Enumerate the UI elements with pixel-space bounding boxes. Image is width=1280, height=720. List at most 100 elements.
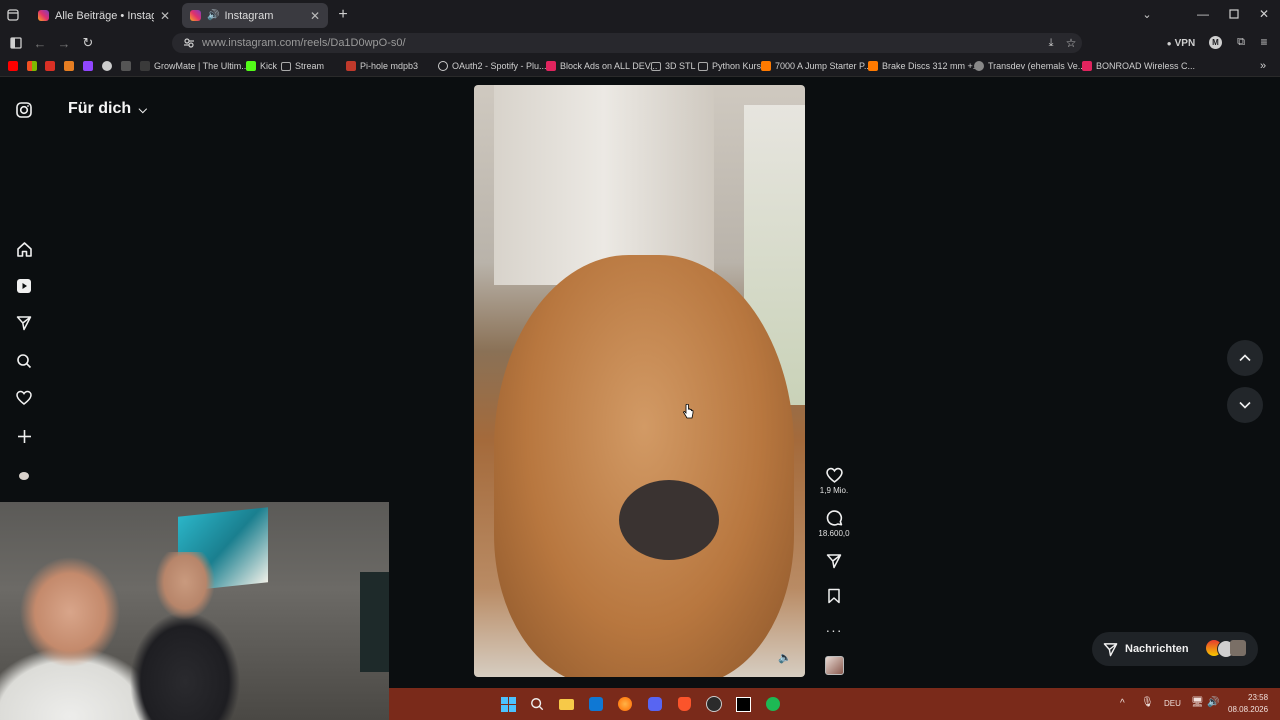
microphone-icon[interactable]: 🎙 xyxy=(1141,697,1154,708)
create-plus-icon[interactable] xyxy=(14,426,34,446)
bookmark-gmail[interactable] xyxy=(45,58,59,74)
save-action[interactable] xyxy=(816,588,852,606)
start-windows-icon[interactable] xyxy=(500,696,516,712)
feed-selector[interactable]: Für dich ⌵ xyxy=(68,100,147,118)
new-tab-icon[interactable]: + xyxy=(335,6,351,24)
comment-action[interactable]: 18.600,0 xyxy=(816,510,852,538)
menu-icon[interactable]: ≡ xyxy=(1257,35,1271,49)
bookmark-item[interactable]: 7000 A Jump Starter P... xyxy=(761,58,871,74)
windows-icon xyxy=(27,61,37,71)
extensions-icon[interactable]: ⧉ xyxy=(1234,35,1248,49)
bookmark-item[interactable]: Brake Discs 312 mm +... xyxy=(868,58,980,74)
clock-time[interactable]: 23:58 xyxy=(1248,693,1268,702)
bookmark-label: Pi-hole mdpb3 xyxy=(360,61,419,71)
close-window-icon[interactable]: ✕ xyxy=(1257,6,1271,22)
obs-icon[interactable] xyxy=(706,696,722,712)
bookmark-site-1[interactable] xyxy=(64,58,78,74)
profile-avatar[interactable]: M xyxy=(1209,36,1222,49)
profile-avatar-icon[interactable] xyxy=(14,466,34,486)
reels-icon[interactable] xyxy=(14,276,34,296)
share-action[interactable] xyxy=(816,553,852,571)
search-icon[interactable] xyxy=(529,696,545,712)
messages-button[interactable]: Nachrichten xyxy=(1092,632,1258,666)
outlook-icon[interactable] xyxy=(588,696,604,712)
message-avatars xyxy=(1206,640,1246,658)
bookmark-item[interactable]: BONROAD Wireless C... xyxy=(1082,58,1195,74)
bookmark-item[interactable]: Pi-hole mdpb3 xyxy=(346,58,418,74)
chevron-down-icon[interactable]: ⌄ xyxy=(1140,7,1154,21)
bookmark-item[interactable]: Kick xyxy=(246,58,277,74)
folder-icon xyxy=(698,61,708,71)
notifications-heart-icon[interactable] xyxy=(14,388,34,408)
bookmark-item[interactable]: Transdev (ehemals Ve... xyxy=(974,58,1085,74)
close-tab-icon[interactable]: ✕ xyxy=(310,9,320,23)
bookmarks-overflow-icon[interactable]: » xyxy=(1260,58,1266,74)
site-info-icon[interactable] xyxy=(182,36,196,50)
vpn-icon: ● xyxy=(1166,38,1172,48)
file-explorer-icon[interactable] xyxy=(558,696,574,712)
bookmark-github[interactable] xyxy=(102,58,116,74)
address-bar[interactable]: www.instagram.com/reels/Da1D0wpO-s0/ ⤓ ☆ xyxy=(172,33,1082,53)
minimize-icon[interactable]: — xyxy=(1196,6,1210,22)
speaker-icon[interactable]: 🔊 xyxy=(207,10,219,21)
bookmark-item[interactable]: OAuth2 - Spotify - Plu... xyxy=(438,58,547,74)
direct-messages-icon[interactable] xyxy=(14,313,34,333)
forward-icon[interactable]: → xyxy=(56,35,72,51)
like-count: 1,9 Mio. xyxy=(819,486,849,495)
network-icon[interactable]: 🖥 xyxy=(1191,697,1204,708)
webcam-overlay xyxy=(0,502,389,720)
spotify-icon[interactable] xyxy=(765,696,781,712)
bookmark-gg[interactable] xyxy=(121,58,135,74)
bookmark-item[interactable]: 3D STL xyxy=(651,58,696,74)
reload-icon[interactable]: ↻ xyxy=(80,35,96,51)
browser-icon[interactable] xyxy=(617,696,633,712)
reel-video[interactable]: 🔈 xyxy=(474,85,805,677)
discord-icon[interactable] xyxy=(647,696,663,712)
shop-icon xyxy=(761,61,771,71)
browser-tab-bar: Alle Beiträge • Instagram ✕ 🔊 Instagram … xyxy=(0,0,1280,30)
tray-overflow-icon[interactable]: ^ xyxy=(1120,698,1125,709)
share-icon xyxy=(816,553,852,571)
bookmark-item[interactable]: Python Kurs xyxy=(698,58,761,74)
like-action[interactable]: 1,9 Mio. xyxy=(816,467,852,495)
previous-reel-button[interactable] xyxy=(1227,340,1263,376)
jetbrains-icon[interactable] xyxy=(735,696,751,712)
tab-actions-icon[interactable] xyxy=(6,8,20,22)
globe-icon xyxy=(438,61,448,71)
volume-icon[interactable]: 🔊 xyxy=(1207,697,1219,708)
back-icon[interactable]: ← xyxy=(32,35,48,51)
bookmark-star-icon[interactable]: ☆ xyxy=(1064,36,1078,50)
gmail-icon xyxy=(45,61,55,71)
video-dog-nose xyxy=(619,480,719,560)
webcam-monitor xyxy=(360,572,389,672)
close-tab-icon[interactable]: ✕ xyxy=(160,9,170,23)
volume-icon[interactable]: 🔈 xyxy=(776,648,794,666)
clock-date[interactable]: 08.08.2026 xyxy=(1228,705,1268,714)
tab-instagram[interactable]: 🔊 Instagram ✕ xyxy=(182,3,328,28)
maximize-icon[interactable] xyxy=(1227,7,1241,21)
bookmark-label: Transdev (ehemals Ve... xyxy=(988,61,1086,71)
mouse-cursor xyxy=(682,403,694,420)
bookmark-item[interactable]: GrowMate | The Ultim... xyxy=(140,58,249,74)
bookmark-item[interactable]: Block Ads on ALL DEV... xyxy=(546,58,657,74)
twitch-icon xyxy=(83,61,93,71)
more-options-icon[interactable]: ··· xyxy=(816,622,852,638)
bookmark-twitch[interactable] xyxy=(83,58,97,74)
vpn-button[interactable]: ● VPN xyxy=(1163,35,1199,51)
brave-icon[interactable] xyxy=(676,696,692,712)
direct-messages-icon xyxy=(1103,642,1118,657)
tab-alle-beitraege[interactable]: Alle Beiträge • Instagram ✕ xyxy=(30,3,178,28)
bookmark-label: BONROAD Wireless C... xyxy=(1096,61,1196,71)
language-indicator[interactable]: DEU xyxy=(1164,699,1181,708)
sidebar-toggle-icon[interactable] xyxy=(9,36,23,50)
home-icon[interactable] xyxy=(14,239,34,259)
bookmark-label: 3D STL xyxy=(665,61,696,71)
search-icon[interactable] xyxy=(14,351,34,371)
bookmark-windows[interactable] xyxy=(27,58,41,74)
bookmark-item[interactable]: Stream xyxy=(281,58,324,74)
install-app-icon[interactable]: ⤓ xyxy=(1044,36,1058,50)
bookmark-youtube[interactable] xyxy=(8,58,22,74)
instagram-logo-icon[interactable] xyxy=(14,100,34,120)
next-reel-button[interactable] xyxy=(1227,387,1263,423)
audio-thumbnail[interactable] xyxy=(816,656,852,677)
